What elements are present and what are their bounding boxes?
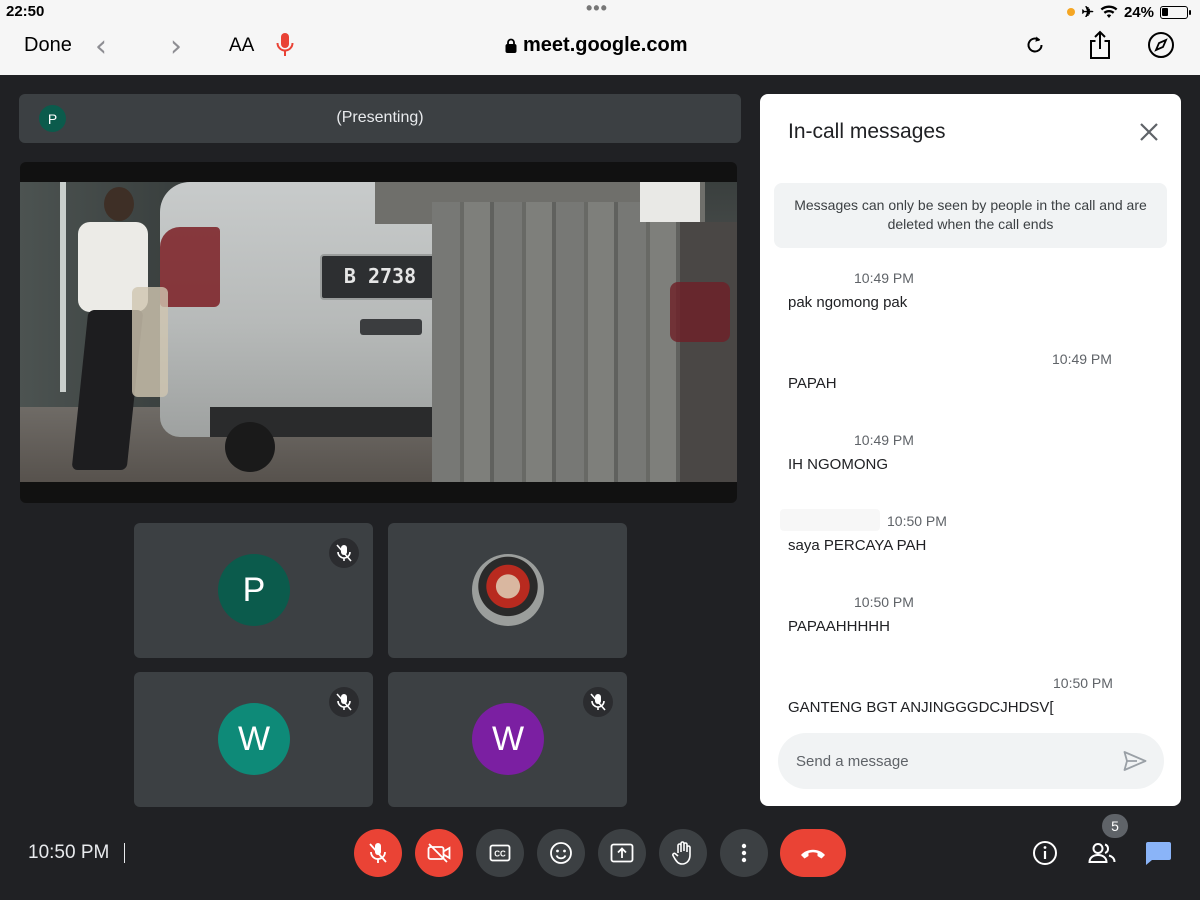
- presented-video[interactable]: B 2738: [20, 162, 737, 503]
- microphone-icon[interactable]: [275, 31, 295, 64]
- forward-chevron-icon[interactable]: ›: [170, 29, 182, 64]
- participant-count-badge: 5: [1102, 814, 1128, 838]
- message-text: GANTENG BGT ANJINGGGDCJHDSV[: [788, 699, 1054, 716]
- url-text: meet.google.com: [523, 34, 688, 56]
- message-text: IH NGOMONG: [788, 456, 888, 473]
- video-frame: B 2738: [20, 182, 737, 482]
- raise-hand-button[interactable]: [659, 829, 707, 877]
- message-composer: [778, 733, 1164, 789]
- send-icon[interactable]: [1122, 748, 1148, 774]
- in-call-messages-panel: In-call messages Messages can only be se…: [760, 94, 1181, 806]
- close-icon[interactable]: [1136, 119, 1162, 145]
- microphone-toggle-button[interactable]: [354, 829, 402, 877]
- message-time: 10:50 PM: [1053, 675, 1113, 691]
- presenter-bar: P (Presenting): [19, 94, 741, 143]
- done-button[interactable]: Done: [24, 34, 72, 57]
- message-time: 10:49 PM: [854, 432, 914, 448]
- mic-in-use-indicator-icon: [1067, 8, 1076, 16]
- panel-title: In-call messages: [788, 120, 946, 143]
- message-time: 10:50 PM: [854, 594, 914, 610]
- participant-avatar: W: [472, 703, 544, 775]
- browser-top-bar: 22:50 ••• ✈ 24% Done ‹ › AA meet.google.…: [0, 0, 1200, 75]
- svg-text:CC: CC: [494, 850, 506, 859]
- emoji-icon: [550, 842, 572, 864]
- leave-call-button[interactable]: [780, 829, 846, 877]
- battery-percent: 24%: [1123, 3, 1154, 21]
- participant-tile[interactable]: W: [388, 672, 627, 807]
- present-screen-button[interactable]: [598, 829, 646, 877]
- present-icon: [610, 843, 634, 863]
- message-text: pak ngomong pak: [788, 294, 908, 311]
- message-time: 10:49 PM: [1052, 351, 1112, 367]
- chat-button[interactable]: [1141, 836, 1175, 870]
- battery-icon: [1160, 5, 1191, 19]
- back-chevron-icon[interactable]: ‹: [95, 29, 107, 64]
- more-options-button[interactable]: [720, 829, 768, 877]
- wifi-icon: [1100, 5, 1118, 18]
- hang-up-icon: [801, 849, 825, 859]
- address-bar[interactable]: meet.google.com: [505, 34, 687, 57]
- sender-name: [780, 509, 880, 531]
- more-vert-icon: [741, 843, 747, 863]
- message-input[interactable]: [796, 733, 1096, 789]
- status-time: 22:50: [6, 3, 45, 20]
- participant-avatar: P: [218, 554, 290, 626]
- lock-icon: [505, 38, 517, 53]
- mic-off-icon: [583, 687, 613, 717]
- message-time: 10:50 PM: [887, 513, 947, 529]
- safari-nav-bar: Done ‹ › AA meet.google.com: [0, 26, 1200, 70]
- people-icon: [1088, 843, 1116, 863]
- mic-off-icon: [369, 843, 387, 863]
- ios-status-bar: 22:50 ••• ✈ 24%: [0, 0, 1200, 23]
- participant-tile[interactable]: [388, 523, 627, 658]
- license-plate: B 2738: [320, 254, 440, 300]
- compass-icon[interactable]: [1146, 30, 1176, 60]
- participant-tile[interactable]: P: [134, 523, 373, 658]
- info-icon: [1033, 841, 1057, 865]
- meeting-clock: 10:50 PM: [28, 842, 110, 863]
- people-button[interactable]: [1085, 836, 1119, 870]
- mic-off-icon: [329, 538, 359, 568]
- camera-toggle-button[interactable]: [415, 829, 463, 877]
- chat-icon: [1146, 842, 1171, 865]
- participant-avatar: W: [218, 703, 290, 775]
- multitasking-dots-icon[interactable]: •••: [586, 0, 608, 19]
- airplane-icon: ✈: [1081, 4, 1094, 21]
- reload-icon[interactable]: [1020, 30, 1050, 60]
- text-size-button[interactable]: AA: [229, 35, 254, 57]
- message-text: PAPAH: [788, 375, 837, 392]
- message-text: saya PERCAYA PAH: [788, 537, 927, 554]
- mic-off-icon: [329, 687, 359, 717]
- share-icon[interactable]: [1085, 30, 1115, 60]
- hand-icon: [672, 841, 691, 865]
- participant-photo-avatar: [472, 554, 544, 626]
- participant-tile[interactable]: W: [134, 672, 373, 807]
- closed-captions-icon: CC: [489, 844, 511, 862]
- reactions-button[interactable]: [537, 829, 585, 877]
- message-text: PAPAAHHHHH: [788, 618, 890, 635]
- chat-notice: Messages can only be seen by people in t…: [774, 183, 1167, 248]
- camera-off-icon: [427, 843, 451, 863]
- divider: [124, 843, 125, 863]
- meeting-details-button[interactable]: [1028, 836, 1062, 870]
- captions-button[interactable]: CC: [476, 829, 524, 877]
- message-time: 10:49 PM: [854, 270, 914, 286]
- presenting-label: (Presenting): [336, 109, 424, 126]
